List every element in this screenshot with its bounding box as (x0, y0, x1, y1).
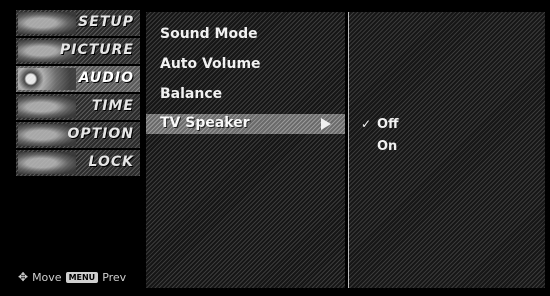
tv-osd-screen: SETUP PICTURE AUDIO TIME OPTION LOCK ✥ M… (0, 0, 550, 296)
submenu-item-label: TV Speaker (160, 115, 250, 131)
tab-lock[interactable]: LOCK (16, 150, 140, 176)
tab-label: OPTION (67, 126, 134, 142)
option-label: Off (377, 117, 399, 132)
submenu-item-tv-speaker[interactable]: TV Speaker (146, 114, 345, 134)
tab-label: SETUP (78, 14, 134, 30)
submenu-item-balance[interactable]: Balance (160, 86, 222, 102)
tab-picture[interactable]: PICTURE (16, 38, 140, 64)
tv-speaker-options-panel: ✓ Off On (348, 12, 545, 288)
move-icon: ✥ (18, 270, 29, 284)
move-label: Move (32, 270, 62, 284)
prev-label: Prev (102, 270, 127, 284)
main-menu-panel: SETUP PICTURE AUDIO TIME OPTION LOCK ✥ M… (8, 6, 140, 288)
tab-option[interactable]: OPTION (16, 122, 140, 148)
tab-label: TIME (91, 98, 134, 114)
submenu-item-auto-volume[interactable]: Auto Volume (160, 56, 261, 72)
tab-time[interactable]: TIME (16, 94, 140, 120)
lock-icon (18, 152, 76, 174)
tab-label: LOCK (88, 154, 134, 170)
submenu-item-sound-mode[interactable]: Sound Mode (160, 26, 258, 42)
arrow-right-icon (321, 118, 331, 130)
tab-setup[interactable]: SETUP (16, 10, 140, 36)
audio-submenu-panel: Sound Mode Auto Volume Balance TV Speake… (146, 12, 345, 288)
setup-icon (18, 12, 76, 34)
navigation-hint: ✥ Move MENU Prev (18, 268, 144, 286)
checkmark-icon: ✓ (361, 117, 372, 131)
menu-key-icon: MENU (65, 271, 99, 283)
tab-label: AUDIO (78, 70, 134, 86)
option-label: On (377, 139, 398, 154)
tab-label: PICTURE (59, 42, 134, 58)
time-icon (18, 96, 76, 118)
audio-icon (18, 68, 76, 90)
tab-audio[interactable]: AUDIO (16, 66, 140, 92)
